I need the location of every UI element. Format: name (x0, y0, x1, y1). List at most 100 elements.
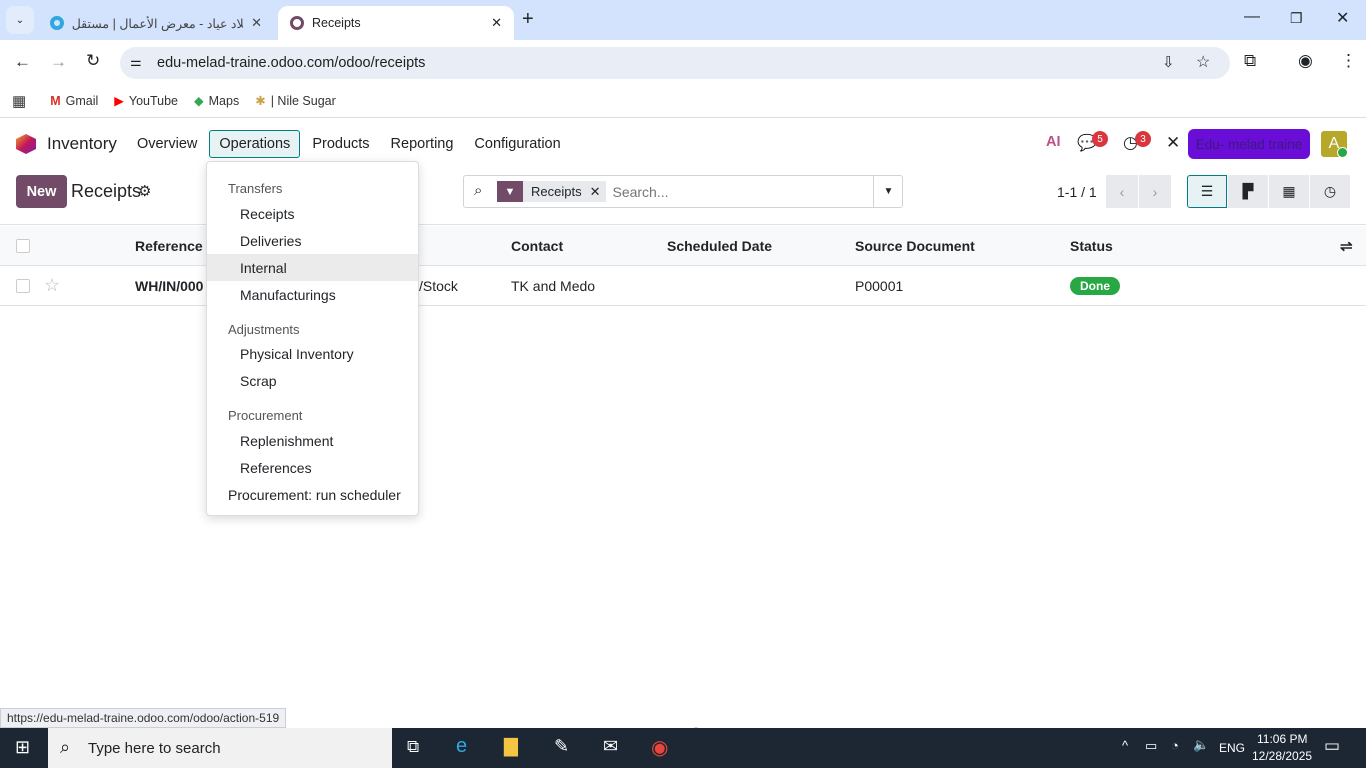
menu-item-manufacturings[interactable]: Manufacturings (207, 281, 418, 308)
clock-time[interactable]: 11:06 PM (1257, 732, 1307, 746)
bookmark-star-icon[interactable]: ☆ (1196, 52, 1210, 72)
messages-badge: 5 (1092, 131, 1108, 147)
kanban-view-button[interactable]: ▛ (1228, 175, 1268, 208)
menu-item-internal[interactable]: Internal (207, 254, 418, 281)
select-all-checkbox[interactable] (16, 238, 30, 253)
maps-icon: ◆ (194, 94, 204, 108)
link-status-tooltip: https://edu-melad-traine.odoo.com/odoo/a… (0, 708, 287, 728)
odoo-favicon-icon (290, 16, 304, 30)
restore-button[interactable]: ❐ (1290, 10, 1303, 27)
forward-icon[interactable]: → (50, 52, 67, 72)
site-info-icon[interactable]: ⚌ (130, 54, 142, 70)
close-icon[interactable]: ✕ (491, 15, 502, 31)
menu-item-references[interactable]: References (207, 454, 418, 481)
operations-dropdown: Transfers Receipts Deliveries Internal M… (206, 161, 419, 516)
new-button[interactable]: New (16, 175, 67, 208)
wifi-icon[interactable]: ◔ (1171, 738, 1179, 753)
app-icon[interactable]: ✎ (554, 736, 569, 757)
address-bar[interactable]: ⚌ edu-melad-traine.odoo.com/odoo/receipt… (120, 47, 1230, 79)
remove-facet-icon[interactable]: ✕ (590, 184, 607, 200)
header-source-document[interactable]: Source Document (855, 226, 975, 265)
optional-columns-icon[interactable]: ⇌ (1340, 226, 1353, 265)
table-row[interactable]: ☆ WH/IN/000 /Stock TK and Medo P00001 Do… (0, 266, 1366, 306)
reload-icon[interactable]: ↻ (86, 51, 100, 71)
menu-icon[interactable]: ⋮ (1340, 51, 1357, 71)
menu-item-scrap[interactable]: Scrap (207, 367, 418, 394)
list-view-button[interactable]: ☰ (1187, 175, 1227, 208)
header-reference[interactable]: Reference (135, 226, 203, 265)
row-checkbox[interactable] (16, 278, 30, 293)
odoo-navbar: Inventory Overview Operations Products R… (0, 121, 1366, 167)
pager-previous[interactable]: ‹ (1106, 175, 1138, 208)
nav-operations[interactable]: Operations (209, 130, 301, 158)
search-input[interactable] (612, 183, 863, 200)
apps-icon[interactable]: ▦ (12, 92, 26, 110)
menu-item-receipts[interactable]: Receipts (207, 200, 418, 227)
chrome-icon[interactable]: ◉ (651, 735, 668, 760)
online-status-dot (1337, 147, 1348, 158)
gmail-icon: M (50, 93, 61, 108)
minimize-button[interactable]: — (1244, 8, 1260, 26)
bookmark-youtube[interactable]: ▶ YouTube (114, 93, 178, 109)
page-title[interactable]: Receipts (71, 181, 141, 202)
tab-title: Receipts (312, 16, 361, 30)
back-icon[interactable]: ← (14, 52, 31, 72)
profile-icon[interactable]: ◉ (1298, 51, 1313, 71)
bookmark-gmail[interactable]: M Gmail (50, 94, 98, 108)
tab-mostaql[interactable]: ميلاد عياد - معرض الأعمال | مستقل ✕ (38, 6, 274, 40)
activities-badge: 3 (1135, 131, 1151, 147)
tab-receipts[interactable]: Receipts ✕ (278, 6, 514, 40)
pager-next[interactable]: › (1139, 175, 1171, 208)
show-hidden-icons[interactable]: ^ (1122, 738, 1128, 753)
star-icon[interactable]: ☆ (44, 266, 60, 305)
url-text: edu-melad-traine.odoo.com/odoo/receipts (157, 55, 426, 71)
windows-start-icon[interactable]: ⊞ (15, 737, 30, 758)
gear-icon[interactable]: ⚙ (138, 182, 151, 200)
nav-reporting[interactable]: Reporting (382, 131, 463, 157)
search-icon[interactable]: ⌕ (474, 182, 482, 199)
volume-icon[interactable]: 🔈 (1193, 737, 1209, 753)
pager-value[interactable]: 1-1 / 1 (1057, 184, 1097, 200)
company-switcher[interactable]: Edu- melad traine (1188, 129, 1310, 159)
debug-tools-icon[interactable]: ✕ (1166, 133, 1180, 153)
clock-date[interactable]: 12/28/2025 (1252, 749, 1312, 763)
cell-source: P00001 (855, 277, 904, 294)
search-options-toggle[interactable]: ▼ (873, 176, 903, 207)
ai-icon[interactable]: AI (1046, 134, 1061, 150)
nav-products[interactable]: Products (303, 131, 378, 157)
bookmarks-bar: ▦ M Gmail ▶ YouTube ◆ Maps ✱ | Nile Sugar (0, 84, 1366, 118)
header-contact[interactable]: Contact (511, 226, 563, 265)
mail-icon[interactable]: ✉ (603, 736, 618, 757)
nav-overview[interactable]: Overview (128, 131, 206, 157)
notifications-icon[interactable]: ▭ (1324, 736, 1340, 756)
search-bar: ⌕ ▼Receipts✕ ▼ (463, 175, 903, 208)
activity-view-button[interactable]: ◷ (1310, 175, 1350, 208)
bookmark-maps[interactable]: ◆ Maps (194, 93, 239, 109)
section-adjustments: Adjustments (228, 322, 300, 337)
status-badge: Done (1070, 276, 1120, 295)
nav-configuration[interactable]: Configuration (465, 131, 569, 157)
new-tab-button[interactable]: + (522, 8, 534, 31)
close-icon[interactable]: ✕ (251, 15, 262, 31)
task-view-icon[interactable]: ⧉ (407, 737, 419, 757)
section-transfers: Transfers (228, 181, 283, 196)
app-name[interactable]: Inventory (47, 134, 117, 154)
close-window-button[interactable]: ✕ (1336, 8, 1349, 28)
header-scheduled-date[interactable]: Scheduled Date (667, 226, 772, 265)
edge-icon[interactable]: e (456, 735, 467, 758)
bookmark-nile-sugar[interactable]: ✱ | Nile Sugar (255, 93, 336, 109)
install-icon[interactable]: ⇩ (1162, 53, 1175, 71)
filter-facet: ▼ Receipts ✕ (497, 181, 607, 202)
menu-item-run-scheduler[interactable]: Procurement: run scheduler (207, 481, 418, 508)
tab-list-button[interactable]: ⌄ (6, 6, 34, 34)
extensions-icon[interactable]: ⧉ (1244, 51, 1256, 71)
calendar-view-button[interactable]: ▦ (1269, 175, 1309, 208)
taskbar-search[interactable]: ⌕ Type here to search (48, 728, 392, 768)
menu-item-replenishment[interactable]: Replenishment (207, 427, 418, 454)
menu-item-physical-inventory[interactable]: Physical Inventory (207, 340, 418, 367)
header-status[interactable]: Status (1070, 226, 1113, 265)
file-explorer-icon[interactable]: ▇ (504, 736, 518, 757)
battery-icon[interactable]: ▭ (1145, 738, 1157, 754)
language-indicator[interactable]: ENG (1219, 741, 1245, 755)
menu-item-deliveries[interactable]: Deliveries (207, 227, 418, 254)
